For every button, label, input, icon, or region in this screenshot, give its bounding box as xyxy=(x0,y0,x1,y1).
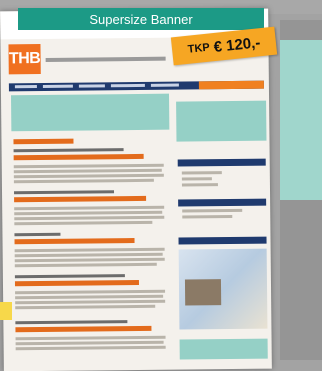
article-text-line xyxy=(14,215,165,221)
article-text-line xyxy=(13,168,162,174)
sidebar-text-line xyxy=(181,183,218,187)
sidebar-photo xyxy=(184,279,222,306)
supersize-banner-label: Supersize Banner xyxy=(18,8,264,30)
rectangle-ad-slot xyxy=(176,100,267,142)
price-amount: € 120,- xyxy=(212,33,262,56)
navigation-highlight xyxy=(198,80,264,90)
article-text-line xyxy=(15,335,166,341)
skyscraper-ad-slot xyxy=(280,40,322,200)
sidebar-header xyxy=(177,158,266,167)
article-headline xyxy=(13,153,144,161)
article-kicker xyxy=(15,320,128,325)
nav-item xyxy=(150,83,179,87)
article-kicker xyxy=(14,274,125,279)
sidebar-text-line xyxy=(181,171,222,175)
article-text-line xyxy=(14,210,163,216)
article-text-line xyxy=(13,178,154,184)
decorative-corner-shape xyxy=(0,302,12,320)
nav-item xyxy=(42,84,73,88)
article-headline xyxy=(14,195,147,203)
sidebar-text-line xyxy=(181,177,212,181)
leaderboard-ad-slot xyxy=(11,93,170,132)
article-headline xyxy=(13,138,74,145)
price-prefix: TKP xyxy=(187,41,211,56)
sidebar-ad-slot xyxy=(179,338,268,360)
article-headline xyxy=(15,325,152,333)
sidebar-text-line xyxy=(182,214,233,219)
article-kicker xyxy=(13,148,124,153)
nav-item xyxy=(14,85,37,89)
article-text-line xyxy=(14,262,157,268)
article-text-line xyxy=(13,163,164,169)
nav-item xyxy=(78,84,105,88)
sidebar-header xyxy=(178,198,267,207)
webpage-mockup: THB xyxy=(0,8,272,371)
article-text-line xyxy=(14,220,153,226)
sidebar-header xyxy=(178,236,267,245)
article-kicker xyxy=(14,232,61,237)
site-tagline-line xyxy=(45,56,166,62)
article-text-line xyxy=(15,340,164,346)
article-text-line xyxy=(15,304,156,310)
article-text-line xyxy=(14,257,165,263)
article-text-line xyxy=(15,299,166,305)
article-text-line xyxy=(13,173,164,179)
article-headline xyxy=(14,238,135,245)
article-headline xyxy=(14,279,139,287)
article-text-line xyxy=(14,247,165,253)
sidebar-text-line xyxy=(182,208,243,213)
site-logo: THB xyxy=(8,43,41,75)
article-kicker xyxy=(14,190,115,195)
article-text-line xyxy=(14,205,165,211)
nav-item xyxy=(110,83,145,88)
article-text-line xyxy=(15,345,166,351)
article-text-line xyxy=(15,294,164,300)
article-text-line xyxy=(15,289,166,295)
article-text-line xyxy=(14,252,163,258)
